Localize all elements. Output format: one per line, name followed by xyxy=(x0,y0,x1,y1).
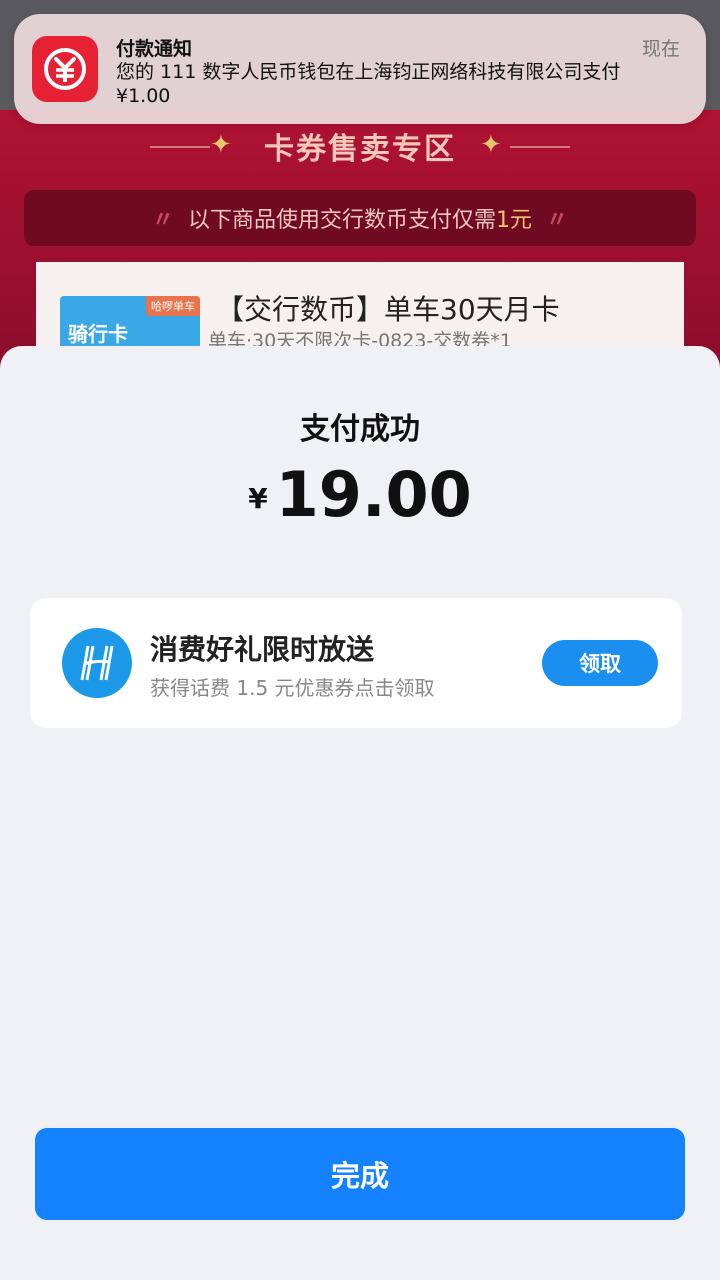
title-divider-right xyxy=(510,146,570,148)
notification-time: 现在 xyxy=(641,38,680,60)
quote-mark-icon: 〃 xyxy=(546,208,569,233)
payment-amount: ¥19.00 xyxy=(0,458,720,531)
notification-title: 付款通知 xyxy=(116,38,193,60)
payment-status: 支付成功 xyxy=(300,412,420,447)
gift-subtitle: 获得话费 1.5 元优惠券点击领取 xyxy=(150,676,435,700)
product-name: 【交行数币】单车30天月卡 xyxy=(216,293,560,326)
payment-notification[interactable]: 付款通知 现在 您的 111 数字人民币钱包在上海钧正网络科技有限公司支付 ¥1… xyxy=(14,14,706,124)
done-button[interactable]: 完成 xyxy=(35,1128,685,1220)
thumb-tag: 哈啰单车 xyxy=(146,296,200,316)
currency-symbol: ¥ xyxy=(248,482,268,515)
digital-rmb-icon xyxy=(32,36,98,102)
gift-title: 消费好礼限时放送 xyxy=(150,633,375,666)
section-title: 卡券售卖专区 xyxy=(264,132,456,167)
hello-logo-icon xyxy=(62,628,132,698)
gift-card: 消费好礼限时放送 获得话费 1.5 元优惠券点击领取 领取 xyxy=(30,598,682,728)
notification-body: 您的 111 数字人民币钱包在上海钧正网络科技有限公司支付 ¥1.00 xyxy=(116,61,621,107)
claim-button[interactable]: 领取 xyxy=(542,640,658,686)
sparkle-icon: ✦ xyxy=(480,130,502,160)
payment-result-sheet: 支付成功 ¥19.00 消费好礼限时放送 获得话费 1.5 元优惠券点击领取 领… xyxy=(0,346,720,1280)
thumb-text: 骑行卡 xyxy=(68,322,128,346)
promo-banner: 〃 以下商品使用交行数币支付仅需 1元 〃 xyxy=(24,190,696,246)
quote-mark-icon: 〃 xyxy=(151,208,174,233)
promo-highlight: 1元 xyxy=(496,208,532,233)
amount-value: 19.00 xyxy=(275,458,472,531)
promo-text: 以下商品使用交行数币支付仅需 xyxy=(187,208,496,233)
